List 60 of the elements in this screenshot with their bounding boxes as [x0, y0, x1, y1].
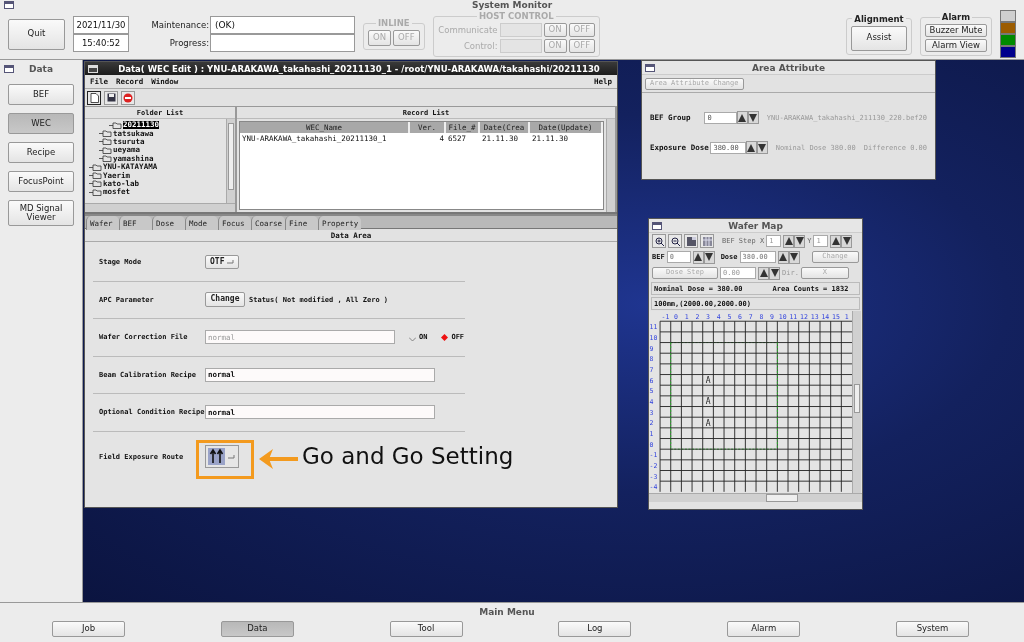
arrows-up-icon — [208, 448, 225, 465]
new-file-button[interactable] — [87, 90, 101, 105]
data-panel-button[interactable]: FocusPoint — [8, 171, 74, 192]
window-title: System Monitor — [470, 0, 554, 10]
status-field — [499, 23, 542, 37]
scrollbar[interactable] — [649, 493, 862, 502]
window-icon — [4, 1, 14, 9]
data-panel-button[interactable]: MD Signal Viewer — [8, 200, 74, 226]
scrollbar[interactable] — [85, 203, 235, 212]
main-menu-button[interactable]: Data — [220, 621, 294, 637]
field-label: Communicate — [437, 25, 498, 35]
main-menu-button[interactable]: Job — [52, 621, 125, 637]
dropdown-icon — [227, 260, 235, 265]
window-title: Area Attribute — [750, 62, 827, 73]
window-icon — [4, 65, 14, 73]
main-menu-button[interactable]: System — [896, 621, 969, 637]
scrollbar[interactable] — [606, 119, 615, 212]
window-title: Wafer Map — [727, 220, 784, 231]
inline-group: INLINE ON OFF — [363, 18, 425, 50]
scrollbar[interactable] — [226, 119, 235, 203]
zoom-in-icon[interactable] — [652, 234, 666, 248]
stop-button[interactable] — [121, 90, 135, 105]
save-button[interactable] — [104, 90, 118, 105]
route-select[interactable] — [205, 445, 239, 468]
time-field: 15:40:52 — [73, 34, 129, 52]
field-label: Control: — [462, 41, 498, 51]
map-icon[interactable] — [684, 234, 698, 248]
window-title: Data( WEC Edit ) : YNU-ARAKAWA_takahashi_20211130_1 - /root/YNU-ARAKAWA/takahashi/20211130 — [117, 63, 601, 74]
dropdown-icon — [228, 454, 235, 459]
host-control-group: HOST CONTROL Communicate ON OFF Control: ON OFF — [432, 11, 601, 57]
alarm-group: Alarm Buzzer Mute Alarm View — [920, 12, 992, 56]
scrollbar[interactable] — [852, 311, 861, 493]
annotation-text: Go and Go Setting — [302, 443, 514, 469]
status-field — [499, 39, 542, 53]
assist-button[interactable]: Assist — [851, 25, 907, 51]
maintenance-field[interactable]: (OK) — [210, 16, 355, 34]
progress-field[interactable] — [210, 34, 355, 52]
data-panel-button[interactable]: BEF — [8, 84, 74, 105]
data-panel-button[interactable]: WEC — [8, 113, 74, 134]
alarm-view-button[interactable]: Alarm View — [925, 39, 987, 52]
quit-button[interactable]: Quit — [8, 18, 65, 50]
main-menu-button[interactable]: Tool — [389, 621, 463, 637]
field-label: Progress: — [168, 38, 209, 48]
alignment-group: Alignment Assist — [846, 13, 912, 55]
field-label: Maintenance: — [150, 20, 209, 30]
panel-title: Data — [28, 64, 54, 74]
pointer-arrow — [257, 447, 299, 471]
change-button[interactable]: Change — [205, 292, 245, 308]
highlight-frame — [196, 440, 254, 479]
window-icon — [88, 64, 98, 73]
stage-mode-select[interactable]: OTF — [205, 255, 240, 270]
buzzer-mute-button[interactable]: Buzzer Mute — [925, 24, 987, 37]
window-icon — [652, 221, 662, 230]
data-panel-button[interactable]: Recipe — [8, 142, 74, 163]
main-menu-button[interactable]: Alarm — [727, 621, 801, 637]
zoom-out-icon[interactable] — [668, 234, 682, 248]
date-field: 2021/11/30 — [73, 16, 129, 34]
menu-title: Main Menu — [478, 607, 536, 617]
window-icon — [645, 63, 655, 72]
main-menu-button[interactable]: Log — [558, 621, 632, 637]
